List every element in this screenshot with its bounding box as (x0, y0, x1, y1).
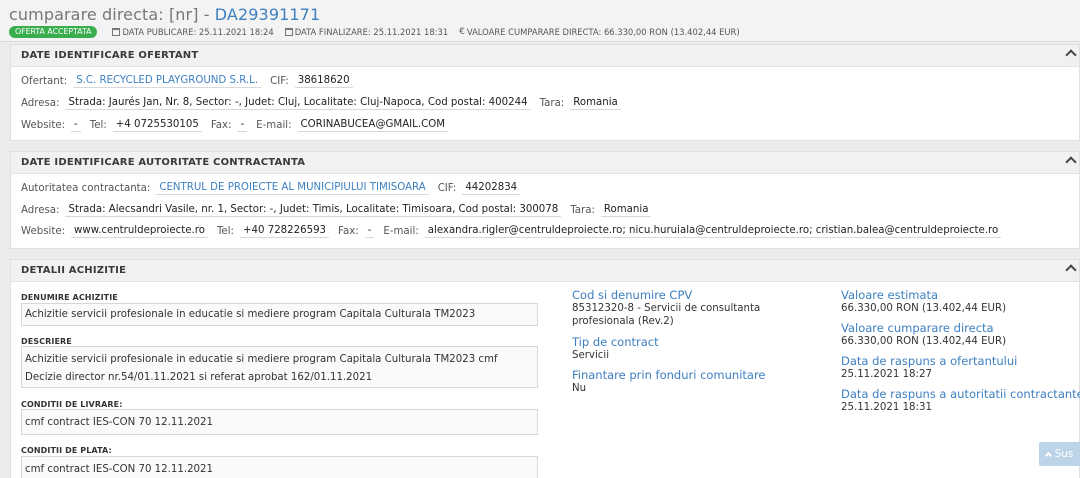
autoritate-contact-row: Website: www.centruldeproiecte.ro Tel: +… (21, 225, 1010, 238)
livrare-label: CONDITII DE LIVRARE: (21, 400, 123, 409)
achizitie-panel: DETALII ACHIZITIE DENUMIRE ACHIZITIE Ach… (10, 259, 1080, 478)
ofertant-label: Ofertant: (21, 76, 68, 87)
website-label: Website: (21, 120, 66, 131)
website-value: - (71, 119, 81, 132)
ofertant-address-row: Adresa: Strada: Jaurés Jan, Nr. 8, Secto… (21, 97, 630, 110)
page-title: cumparare directa: [nr] - DA29391171 (9, 5, 320, 24)
valoare-estimata-title: Valoare estimata (841, 288, 939, 302)
cif-value: 38618620 (294, 75, 353, 88)
tara-value: Romania (600, 204, 652, 217)
autoritate-panel-header[interactable]: DATE IDENTIFICARE AUTORITATE CONTRACTANT… (11, 152, 1079, 174)
tel-label: Tel: (89, 120, 107, 131)
adresa-label: Adresa: (21, 205, 60, 216)
status-badge: OFERTA ACCEPTATA (9, 26, 98, 38)
autoritate-address-row: Adresa: Strada: Alecsandri Vasile, nr. 1… (21, 204, 660, 217)
fax-value: - (237, 119, 248, 132)
website-label: Website: (21, 226, 66, 237)
tara-value: Romania (570, 97, 621, 110)
total-value: € VALOARE CUMPARARE DIRECTA: 66.330,00 RO… (459, 27, 740, 37)
ofertant-panel: DATE IDENTIFICARE OFERTANT Ofertant: S.C… (10, 44, 1080, 141)
scroll-top-label: Sus (1054, 448, 1074, 460)
valoare-cumparare-value: 66.330,00 RON (13.402,44 EUR) (841, 336, 1007, 347)
livrare-field: cmf contract IES-CON 70 12.11.2021 (21, 409, 538, 435)
meta-bar: OFERTA ACCEPTATA DATA PUBLICARE: 25.11.2… (9, 25, 751, 39)
tel-value: +40 728226593 (239, 225, 330, 238)
valoare-estimata-value: 66.330,00 RON (13.402,44 EUR) (841, 303, 1007, 314)
fax-label: Fax: (210, 120, 232, 131)
page-header: cumparare directa: [nr] - DA29391171 OFE… (0, 0, 1080, 42)
achizitie-panel-header[interactable]: DETALII ACHIZITIE (11, 260, 1079, 282)
plata-field: cmf contract IES-CON 70 12.11.2021 (21, 456, 538, 478)
tara-label: Tara: (539, 98, 565, 109)
tel-label: Tel: (216, 226, 234, 237)
calendar-icon (284, 28, 293, 36)
publish-date-text: DATA PUBLICARE: 25.11.2021 18:24 (122, 27, 274, 37)
fax-label: Fax: (338, 226, 359, 237)
autoritate-panel: DATE IDENTIFICARE AUTORITATE CONTRACTANT… (10, 151, 1080, 249)
email-label: E-mail: (383, 226, 419, 237)
total-value-text: VALOARE CUMPARARE DIRECTA: 66.330,00 RON… (466, 27, 740, 37)
raspuns-autoritate-value: 25.11.2021 18:31 (841, 402, 932, 413)
publish-date: DATA PUBLICARE: 25.11.2021 18:24 (112, 27, 274, 37)
denumire-field: Achizitie servicii profesionale in educa… (21, 303, 538, 326)
adresa-value: Strada: Jaurés Jan, Nr. 8, Sector: -, Ju… (65, 97, 531, 110)
achizitie-section-title: DETALII ACHIZITIE (21, 265, 127, 276)
autoritate-section-title: DATE IDENTIFICARE AUTORITATE CONTRACTANT… (21, 157, 306, 168)
descriere-label: DESCRIERE (21, 337, 72, 346)
website-value[interactable]: www.centruldeproiecte.ro (71, 225, 208, 238)
chevron-up-icon[interactable] (1065, 264, 1077, 276)
adresa-label: Adresa: (21, 98, 60, 109)
ofertant-row: Ofertant: S.C. RECYCLED PLAYGROUND S.R.L… (21, 75, 362, 88)
finalize-date-text: DATA FINALIZARE: 25.11.2021 18:31 (294, 27, 449, 37)
fax-value: - (364, 225, 375, 238)
tip-contract-value: Servicii (572, 350, 610, 361)
cpv-title: Cod si denumire CPV (572, 288, 693, 302)
email-value: CORINABUCEA@GMAIL.COM (297, 119, 448, 132)
autoritate-label: Autoritatea contractanta: (21, 183, 151, 194)
ofertant-section-title: DATE IDENTIFICARE OFERTANT (21, 50, 199, 61)
email-label: E-mail: (256, 120, 292, 131)
finalize-date: DATA FINALIZARE: 25.11.2021 18:31 (284, 27, 449, 37)
finantare-title: Finantare prin fonduri comunitare (572, 368, 766, 382)
chevron-up-icon[interactable] (1065, 49, 1077, 61)
title-prefix: cumparare directa: [nr] - (9, 5, 215, 24)
email-value: alexandra.rigler@centruldeproiecte.ro; n… (424, 225, 1002, 238)
tip-contract-title: Tip de contract (572, 335, 659, 349)
raspuns-ofertant-title: Data de raspuns a ofertantului (841, 354, 1018, 368)
denumire-label: DENUMIRE ACHIZITIE (21, 293, 118, 302)
tel-value: +4 0725530105 (112, 119, 202, 132)
autoritate-name-link[interactable]: CENTRUL DE PROIECTE AL MUNICIPIULUI TIMI… (156, 182, 429, 195)
finantare-value: Nu (572, 383, 587, 394)
ofertant-panel-header[interactable]: DATE IDENTIFICARE OFERTANT (11, 45, 1079, 67)
euro-icon: € (459, 27, 465, 37)
cpv-value: 85312320-8 - Servicii de consultanta pro… (572, 303, 761, 327)
ofertant-name-link[interactable]: S.C. RECYCLED PLAYGROUND S.R.L. (73, 75, 262, 88)
scroll-top-button[interactable]: Sus (1039, 442, 1080, 466)
cif-label: CIF: (270, 76, 289, 87)
raspuns-autoritate-title: Data de raspuns a autoritatii contractan… (841, 387, 1080, 401)
valoare-cumparare-title: Valoare cumparare directa (841, 321, 994, 335)
raspuns-ofertant-value: 25.11.2021 18:27 (841, 369, 932, 380)
cif-value: 44202834 (462, 182, 521, 195)
adresa-value: Strada: Alecsandri Vasile, nr. 1, Sector… (65, 204, 562, 217)
cif-label: CIF: (437, 183, 457, 194)
chevron-up-icon (1044, 451, 1052, 460)
autoritate-row: Autoritatea contractanta: CENTRUL DE PRO… (21, 182, 529, 195)
plata-label: CONDITII DE PLATA: (21, 446, 112, 455)
calendar-icon (112, 28, 121, 36)
descriere-field: Achizitie servicii profesionale in educa… (21, 346, 538, 388)
procedure-code: DA29391171 (214, 5, 321, 24)
tara-label: Tara: (570, 205, 595, 216)
ofertant-contact-row: Website: - Tel: +4 0725530105 Fax: - E-m… (21, 119, 457, 132)
chevron-up-icon[interactable] (1065, 156, 1077, 168)
